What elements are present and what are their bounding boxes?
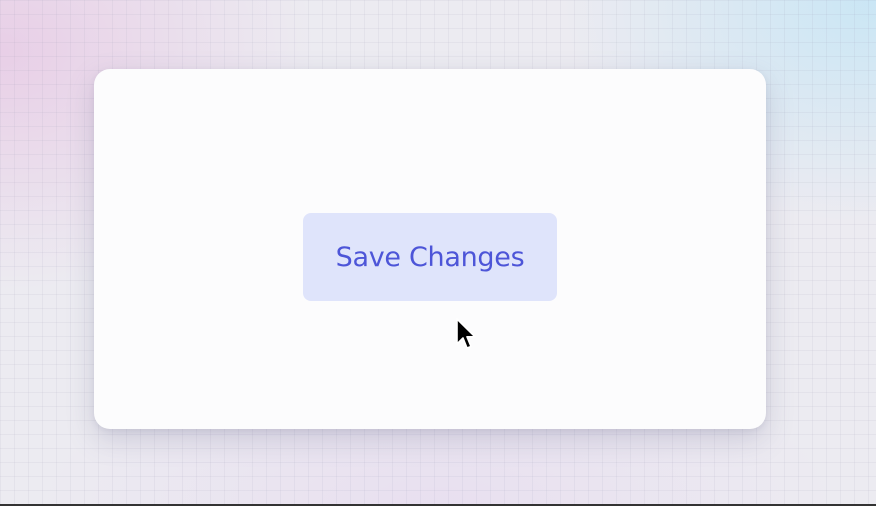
save-changes-button[interactable]: Save Changes — [303, 213, 557, 301]
dialog-card: Save Changes — [94, 69, 766, 429]
arrow-cursor-icon — [456, 318, 476, 349]
background-canvas: Save Changes — [0, 0, 876, 506]
